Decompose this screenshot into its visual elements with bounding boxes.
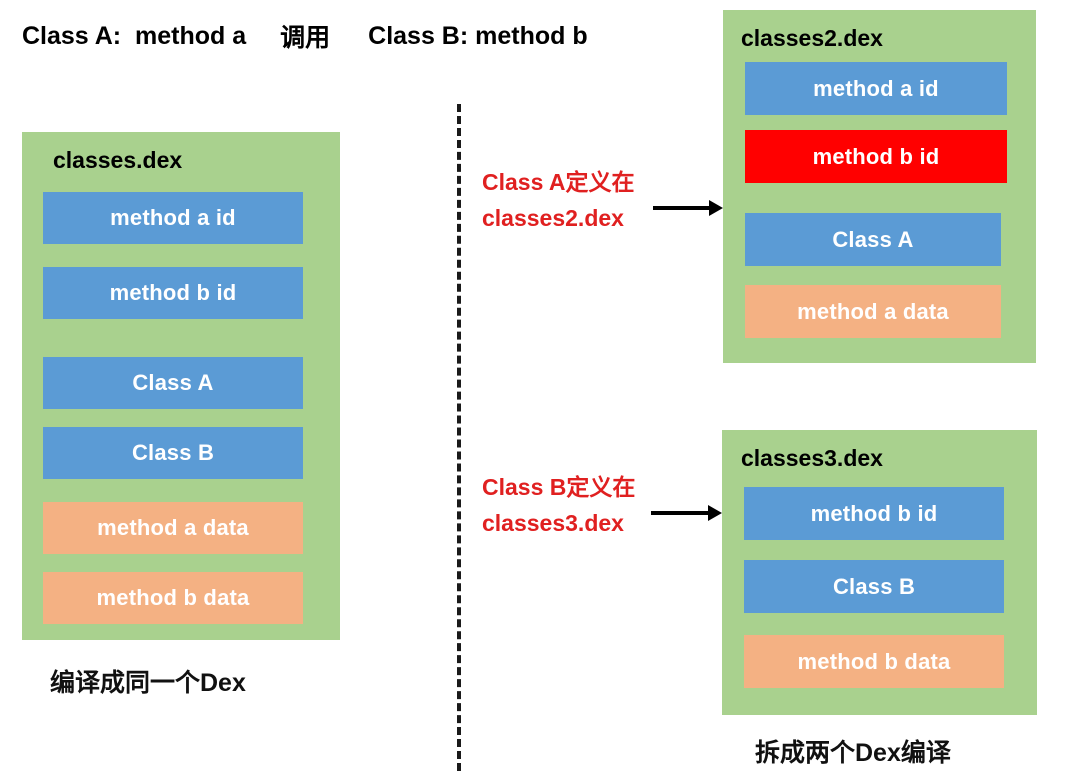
slot2-method-a-data: method a data (745, 285, 1001, 338)
classes3-dex-panel: classes3.dex method b id Class B method … (722, 430, 1037, 715)
annotation-class-a-location: Class A定义在 classes2.dex (482, 164, 635, 236)
annotation-class-b-location: Class B定义在 classes3.dex (482, 469, 635, 541)
slot3-class-b: Class B (744, 560, 1004, 613)
arrow-to-classes3-icon (651, 505, 722, 521)
slot-class-b: Class B (43, 427, 303, 479)
classes-dex-panel: classes.dex method a id method b id Clas… (22, 132, 340, 640)
slot-class-a: Class A (43, 357, 303, 409)
arrow-to-classes2-icon (653, 200, 723, 216)
annotation-top-line-1: Class A定义在 (482, 169, 635, 195)
annotation-bottom-line-2: classes3.dex (482, 510, 624, 536)
classes3-dex-title: classes3.dex (741, 445, 883, 471)
diagram-canvas: Class A: method a 调用 Class B: method b c… (0, 0, 1080, 771)
slot-method-a-id: method a id (43, 192, 303, 244)
slot2-class-a: Class A (745, 213, 1001, 266)
title-call-word: 调用 (280, 24, 331, 52)
classes2-dex-panel: classes2.dex method a id method b id Cla… (723, 10, 1036, 363)
annotation-top-line-2: classes2.dex (482, 205, 624, 231)
classes-dex-title: classes.dex (53, 147, 183, 173)
slot3-method-b-id: method b id (744, 487, 1004, 540)
slot3-method-b-data: method b data (744, 635, 1004, 688)
title-right-class: Class B: method b (368, 21, 588, 50)
title-left-class: Class A: method a (22, 21, 247, 50)
slot-method-a-data: method a data (43, 502, 303, 554)
vertical-dashed-divider (457, 104, 461, 771)
annotation-bottom-line-1: Class B定义在 (482, 474, 636, 500)
slot2-method-b-id: method b id (745, 130, 1007, 183)
right-caption: 拆成两个Dex编译 (755, 739, 951, 767)
slot2-method-a-id: method a id (745, 62, 1007, 115)
slot-method-b-data: method b data (43, 572, 303, 624)
diagram-title: Class A: method a 调用 Class B: method b (22, 18, 662, 54)
slot-method-b-id: method b id (43, 267, 303, 319)
classes2-dex-title: classes2.dex (741, 25, 883, 51)
left-caption: 编译成同一个Dex (50, 669, 246, 697)
